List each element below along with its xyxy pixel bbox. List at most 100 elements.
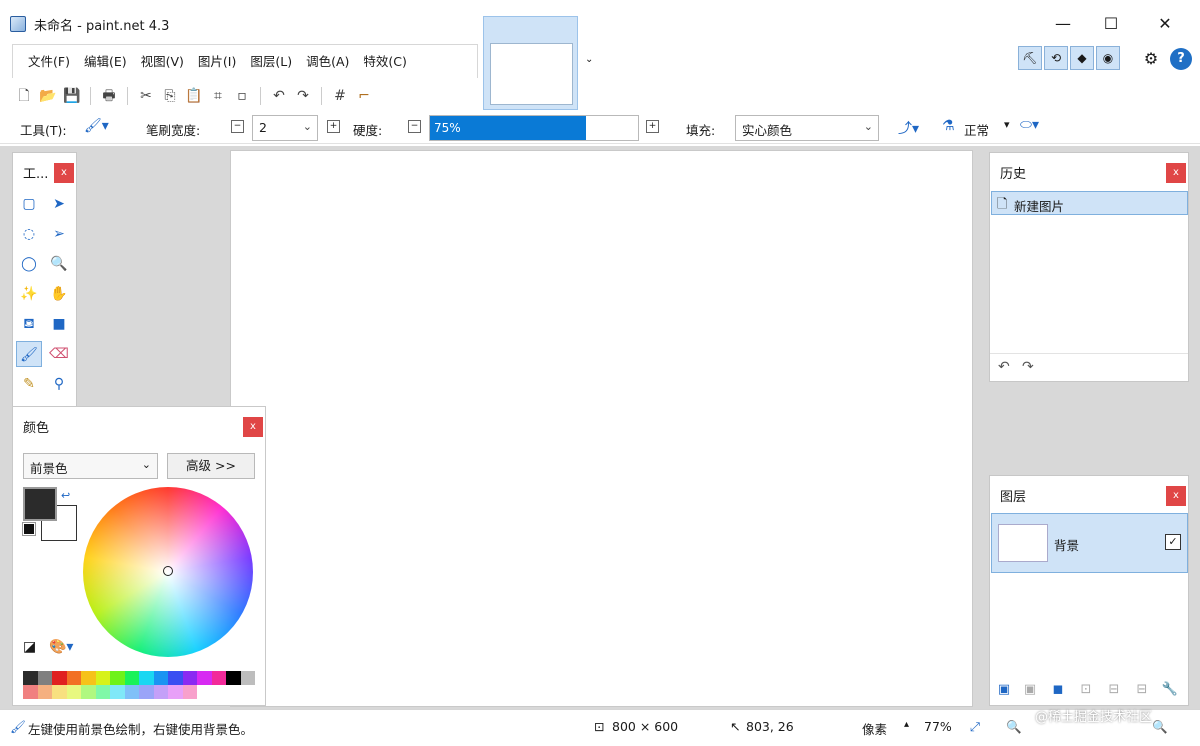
open-folder-icon[interactable]: 📂 [36,85,60,107]
palette-swatch[interactable] [95,685,110,699]
paintbrush-tool-icon[interactable]: 🖌 [16,341,42,367]
colors-panel-toggle-icon[interactable]: ◉ [1096,46,1120,70]
color-palette[interactable] [23,671,255,699]
advanced-colors-button[interactable]: 高级 >> [167,453,255,479]
drawing-canvas[interactable] [230,150,973,707]
history-panel-close-button[interactable]: x [1166,163,1186,183]
magic-wand-tool-icon[interactable]: ✨ [16,281,42,307]
gradient-tool-icon[interactable]: ■ [46,311,72,337]
layer-properties-icon[interactable]: 🔧 [1160,680,1180,700]
palette-swatch[interactable] [182,685,197,699]
move-layer-down-icon[interactable]: ⊟ [1132,680,1152,700]
blend-mode-icon[interactable]: ⚗ [942,118,955,134]
primary-color-swatch[interactable] [23,487,57,521]
palette-menu-icon[interactable]: 🎨▾ [49,639,73,655]
palette-swatch[interactable] [197,671,212,685]
add-color-icon[interactable]: ◪ [23,639,36,655]
palette-swatch[interactable] [52,671,67,685]
swap-colors-icon[interactable]: ↩ [61,489,70,502]
blend-mode-dropdown-icon[interactable]: ▾ [1004,118,1010,131]
duplicate-layer-icon[interactable]: ◼ [1048,680,1068,700]
copy-icon[interactable]: ⎘ [158,85,182,107]
print-icon[interactable]: 🖶 [97,85,121,107]
reset-colors-icon[interactable] [22,522,36,536]
ellipse-select-tool-icon[interactable]: ◯ [16,251,42,277]
hardness-slider[interactable]: 75% [429,115,639,141]
palette-swatch[interactable] [81,671,96,685]
palette-swatch[interactable] [66,671,81,685]
brush-width-input[interactable]: 2 ⌄ [252,115,318,141]
antialiasing-icon[interactable]: ⤴▾ [898,118,919,138]
history-panel-toggle-icon[interactable]: ⟲ [1044,46,1068,70]
close-window-button[interactable]: ✕ [1150,12,1180,36]
menu-view[interactable]: 视图(V) [134,45,191,79]
palette-swatch[interactable] [52,685,67,699]
palette-swatch[interactable] [139,671,154,685]
image-tab[interactable] [483,16,578,110]
palette-swatch[interactable] [240,671,255,685]
lasso-select-tool-icon[interactable]: ◌ [16,221,42,247]
layer-row[interactable]: 背景 ✓ [991,513,1188,573]
settings-gear-icon[interactable]: ⚙ [1140,48,1162,70]
palette-swatch[interactable] [95,671,110,685]
zoom-out-icon[interactable]: 🔍 [1006,719,1022,735]
rectangle-select-tool-icon[interactable]: ▢ [16,191,42,217]
move-selected-pixels-tool-icon[interactable]: ➤ [46,191,72,217]
palette-swatch[interactable] [110,685,125,699]
maximize-button[interactable]: ☐ [1096,12,1126,36]
layer-visibility-checkbox[interactable]: ✓ [1165,534,1181,550]
palette-swatch[interactable] [153,685,168,699]
palette-swatch[interactable] [23,671,38,685]
selection-quality-icon[interactable]: ⬭▾ [1020,117,1039,133]
palette-swatch[interactable] [66,685,81,699]
cut-icon[interactable]: ✂ [134,85,158,107]
brush-width-increase-button[interactable]: + [327,120,340,133]
zoom-to-window-icon[interactable]: ⤢ [970,719,980,735]
history-undo-icon[interactable]: ↶ [998,359,1010,375]
crop-to-selection-icon[interactable]: ⌗ [206,85,230,107]
palette-swatch[interactable] [182,671,197,685]
move-selection-tool-icon[interactable]: ➢ [46,221,72,247]
palette-swatch[interactable] [226,671,241,685]
blend-mode-value[interactable]: 正常 [964,120,989,139]
layers-panel-close-button[interactable]: x [1166,486,1186,506]
brush-width-decrease-button[interactable]: − [231,120,244,133]
colors-panel-close-button[interactable]: x [243,417,263,437]
hardness-increase-button[interactable]: + [646,120,659,133]
menu-layers[interactable]: 图层(L) [243,45,299,79]
palette-swatch[interactable] [153,671,168,685]
pan-tool-icon[interactable]: ✋ [46,281,72,307]
hardness-decrease-button[interactable]: − [408,120,421,133]
ruler-icon[interactable]: ⌐ [352,85,376,107]
menu-edit[interactable]: 编辑(E) [77,45,134,79]
paste-icon[interactable]: 📋 [182,85,206,107]
palette-swatch[interactable] [139,685,154,699]
palette-swatch[interactable] [124,685,139,699]
menu-image[interactable]: 图片(I) [191,45,243,79]
palette-swatch[interactable] [110,671,125,685]
color-picker-tool-icon[interactable]: ⚲ [46,371,72,397]
pencil-tool-icon[interactable]: ✎ [16,371,42,397]
move-layer-up-icon[interactable]: ⊟ [1104,680,1124,700]
history-item[interactable]: 🗋 新建图片 [991,191,1188,215]
color-wheel-cursor[interactable] [163,566,173,576]
save-icon[interactable]: 💾 [60,85,84,107]
menu-file[interactable]: 文件(F) [21,45,77,79]
merge-layer-down-icon[interactable]: ⊡ [1076,680,1096,700]
history-redo-icon[interactable]: ↷ [1022,359,1034,375]
menu-adjustments[interactable]: 调色(A) [299,45,356,79]
palette-swatch[interactable] [37,671,52,685]
tools-panel-toggle-icon[interactable]: ⛏ [1018,46,1042,70]
units-select[interactable]: 像素 [862,719,887,738]
delete-layer-icon[interactable]: ▣ [1020,680,1040,700]
grid-icon[interactable]: # [328,85,352,107]
palette-swatch[interactable] [211,671,226,685]
deselect-icon[interactable]: ▫ [230,85,254,107]
new-file-icon[interactable]: 🗋 [12,85,36,107]
undo-icon[interactable]: ↶ [267,85,291,107]
palette-swatch[interactable] [124,671,139,685]
redo-icon[interactable]: ↷ [291,85,315,107]
image-list-dropdown-icon[interactable]: ⌄ [585,54,593,65]
palette-swatch[interactable] [81,685,96,699]
units-dropdown-icon[interactable]: ▴ [904,719,909,730]
